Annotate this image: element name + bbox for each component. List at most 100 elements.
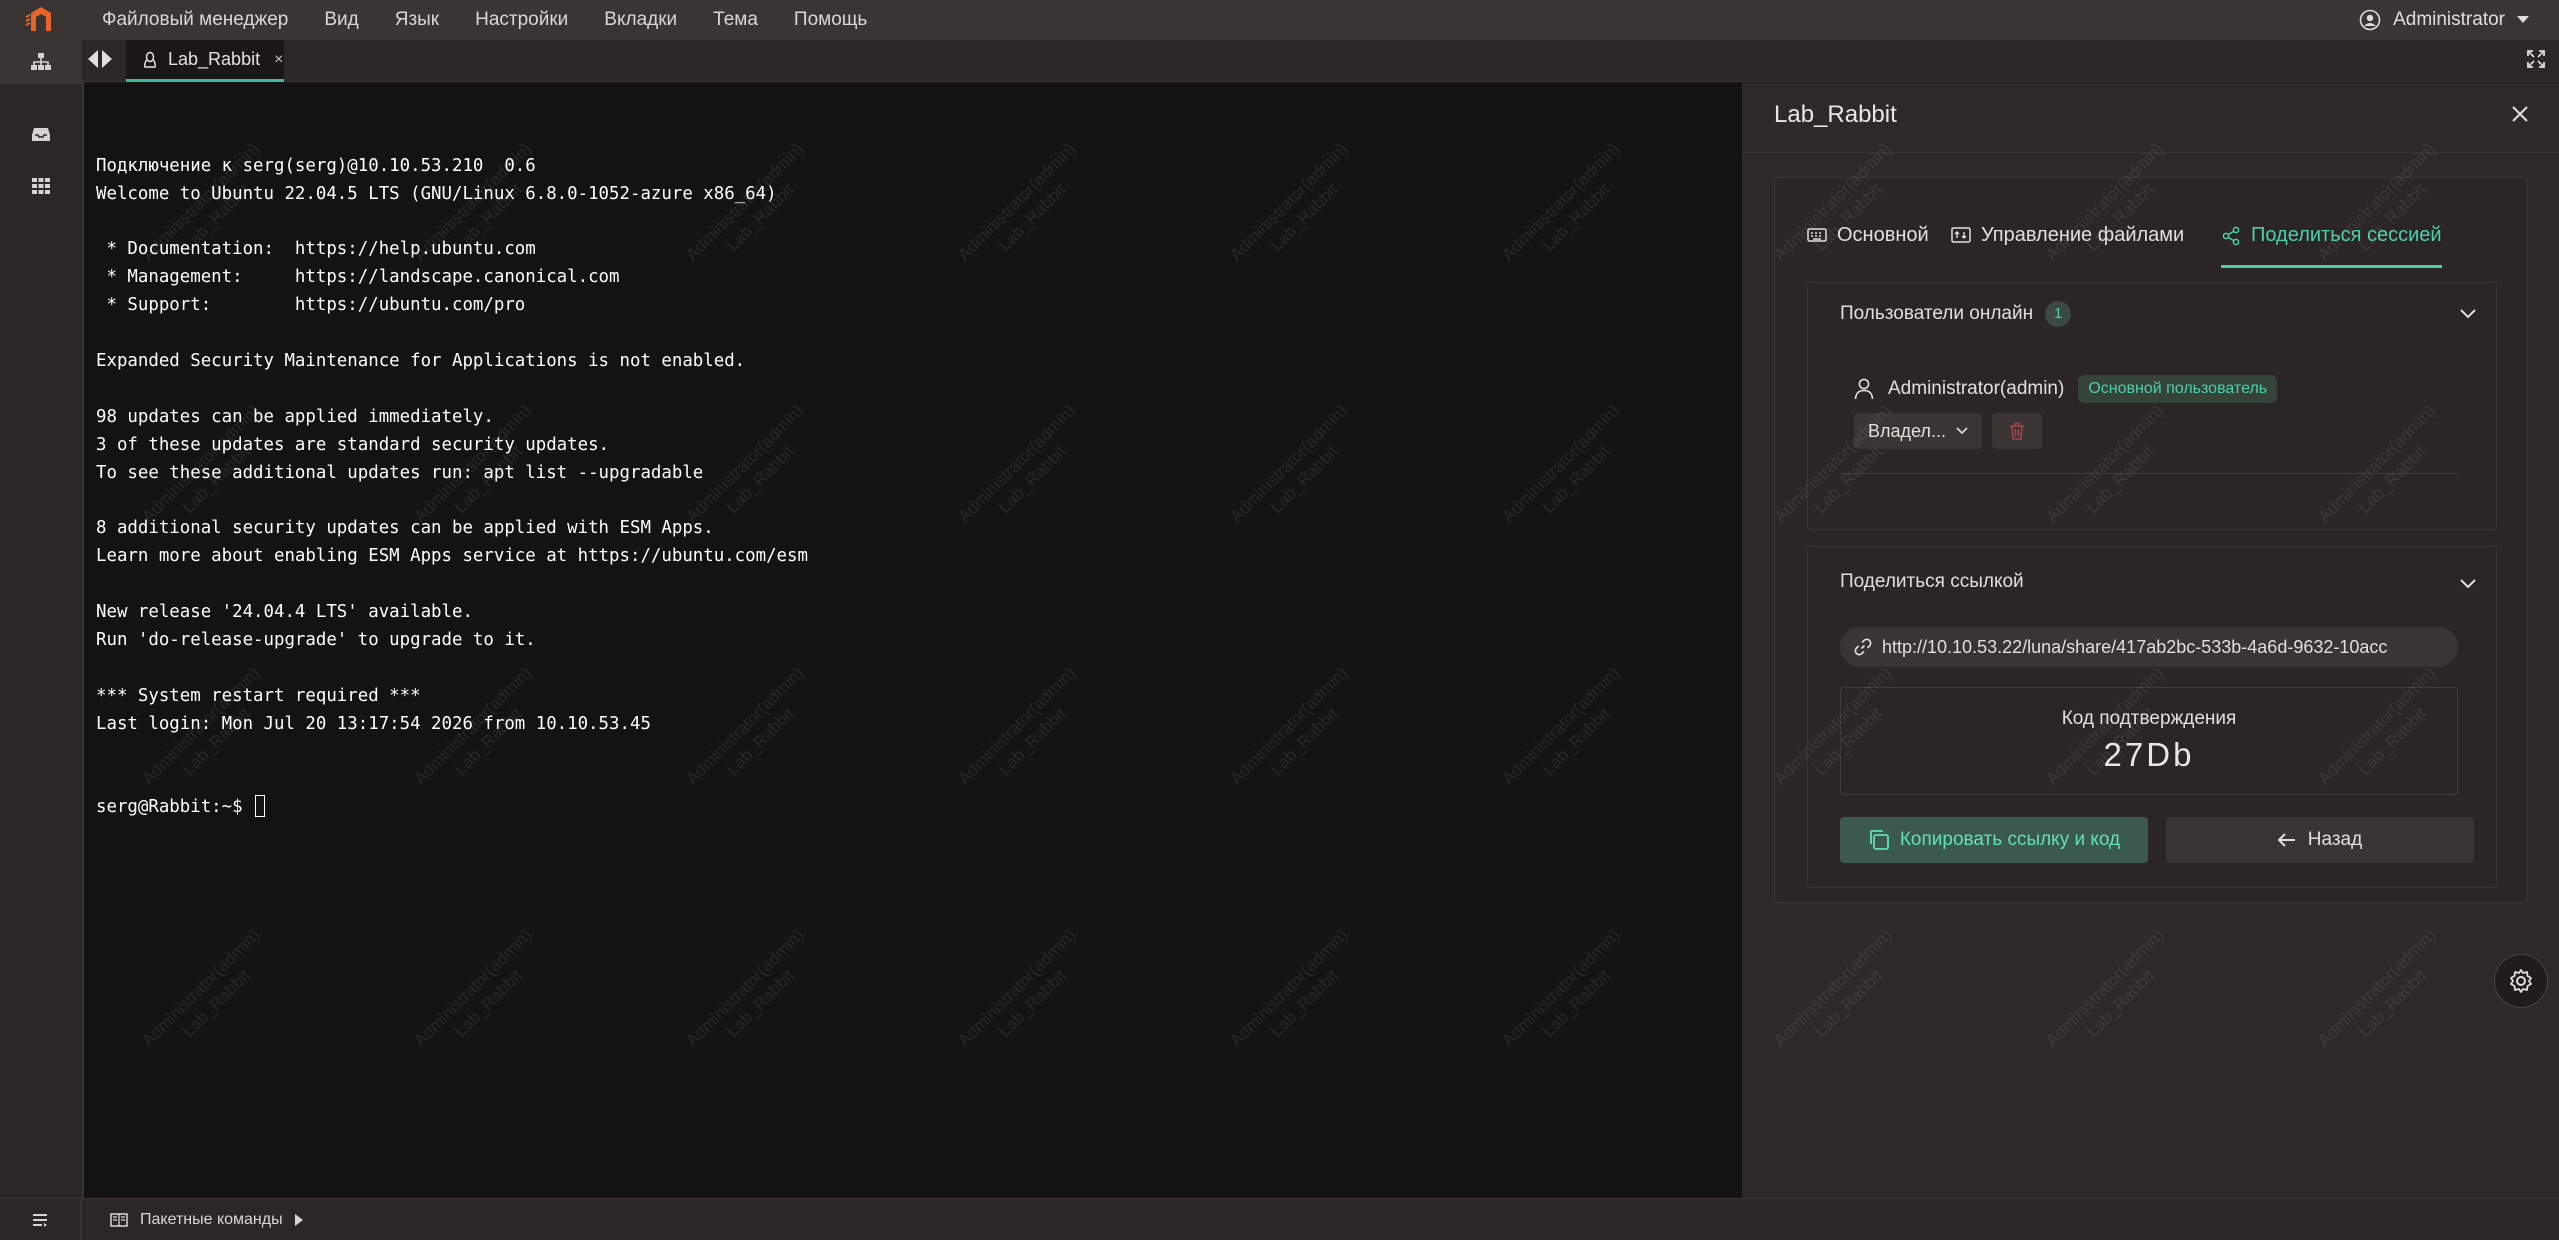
fullscreen-button[interactable] bbox=[2527, 50, 2545, 73]
batch-commands-label: Пакетные команды bbox=[140, 1211, 283, 1228]
grid-icon bbox=[32, 178, 50, 194]
tab-file-management-label: Управление файлами bbox=[1981, 224, 2185, 246]
tab-share-session[interactable]: Поделиться сессией bbox=[2221, 224, 2442, 268]
share-link-title[interactable]: Поделиться ссылкой bbox=[1840, 571, 2024, 593]
online-users-section: Пользователи онлайн 1 Administrator(admin… bbox=[1807, 282, 2497, 530]
panel-tabs: Основной Управление файлами Поделиться с… bbox=[1775, 178, 2527, 274]
terminal-line: * Support: https://ubuntu.com/pro bbox=[96, 295, 526, 316]
settings-floating-button[interactable] bbox=[2494, 954, 2548, 1008]
menu-theme[interactable]: Тема bbox=[695, 0, 776, 40]
online-user-name: Administrator(admin) bbox=[1888, 378, 2065, 399]
expand-icon bbox=[2527, 50, 2545, 68]
menu-file-manager[interactable]: Файловый менеджер bbox=[82, 0, 306, 40]
trash-icon bbox=[2010, 422, 2024, 440]
bottom-bar: Пакетные команды bbox=[0, 1198, 2559, 1240]
panel-title: Lab_Rabbit bbox=[1774, 101, 1897, 128]
tab-title: Lab_Rabbit bbox=[168, 49, 261, 69]
caret-down-icon bbox=[2517, 16, 2529, 23]
terminal-line: Run 'do-release-upgrade' to upgrade to i… bbox=[96, 629, 536, 650]
share-icon bbox=[2222, 226, 2240, 246]
tab-close-icon[interactable]: × bbox=[274, 51, 283, 69]
tab-bar: Lab_Rabbit × bbox=[82, 40, 2559, 82]
chevron-down-icon[interactable] bbox=[2460, 309, 2476, 319]
link-icon bbox=[1854, 638, 1872, 656]
remove-user-button[interactable] bbox=[1992, 413, 2042, 449]
section-divider bbox=[1840, 473, 2458, 474]
list-icon bbox=[33, 1214, 47, 1227]
terminal-prompt-line: serg@Rabbit:~$ bbox=[96, 794, 1742, 822]
online-count-badge: 1 bbox=[2045, 301, 2072, 327]
permission-select[interactable]: Владел... bbox=[1854, 413, 1982, 449]
terminal-line: Learn more about enabling ESM Apps servi… bbox=[96, 546, 808, 567]
terminal-line: Expanded Security Maintenance for Applic… bbox=[96, 351, 746, 372]
terminal-line: New release '24.04.4 LTS' available. bbox=[96, 602, 473, 623]
permission-select-value: Владел... bbox=[1868, 420, 1946, 441]
arrow-right-icon[interactable] bbox=[102, 50, 112, 68]
asset-tree-button[interactable] bbox=[0, 40, 82, 84]
online-users-title: Пользователи онлайн bbox=[1840, 303, 2034, 324]
terminal-output[interactable]: Подключение к serg(serg)@10.10.53.210 0.… bbox=[84, 83, 1742, 1198]
user-menu[interactable]: Administrator bbox=[2359, 0, 2529, 40]
apps-grid-button[interactable] bbox=[0, 164, 82, 208]
panel-card: Основной Управление файлами Поделиться с… bbox=[1774, 177, 2528, 903]
primary-user-badge: Основной пользователь bbox=[2078, 375, 2278, 403]
terminal-line: 98 updates can be applied immediately. bbox=[96, 406, 494, 427]
online-users-header[interactable]: Пользователи онлайн 1 bbox=[1840, 301, 2072, 327]
close-icon bbox=[2512, 106, 2528, 122]
bottom-menu-button[interactable] bbox=[0, 1199, 82, 1240]
book-icon bbox=[110, 1213, 128, 1227]
terminal-line: 8 additional security updates can be app… bbox=[96, 518, 714, 539]
left-rail bbox=[0, 40, 82, 1198]
tab-file-management[interactable]: Управление файлами bbox=[1951, 224, 2184, 268]
arrow-left-icon[interactable] bbox=[88, 50, 98, 68]
tab-basic-label: Основной bbox=[1837, 224, 1929, 246]
gear-icon bbox=[2510, 969, 2532, 993]
batch-commands-toggle[interactable]: Пакетные команды bbox=[110, 1199, 303, 1240]
inbox-button[interactable] bbox=[0, 112, 82, 156]
tab-lab-rabbit[interactable]: Lab_Rabbit × bbox=[126, 40, 284, 82]
user-circle-icon bbox=[2359, 9, 2381, 31]
terminal-line: 3 of these updates are standard security… bbox=[96, 434, 610, 455]
terminal-line: Last login: Mon Jul 20 13:17:54 2026 fro… bbox=[96, 713, 651, 734]
caret-right-icon bbox=[294, 1214, 303, 1226]
menu-settings[interactable]: Настройки bbox=[457, 0, 586, 40]
terminal-cursor bbox=[255, 795, 266, 818]
terminal-prompt: serg@Rabbit:~$ bbox=[96, 797, 254, 818]
session-panel: Lab_Rabbit Основной Управление файлами П… bbox=[1742, 83, 2559, 1198]
terminal-line: Подключение к serg(serg)@10.10.53.210 0.… bbox=[96, 155, 536, 176]
linux-icon bbox=[143, 51, 157, 68]
share-link-field[interactable]: http://10.10.53.22/luna/share/417ab2bc-5… bbox=[1840, 627, 2458, 667]
keyboard-icon bbox=[1807, 228, 1827, 242]
user-icon bbox=[1854, 378, 1874, 400]
tab-basic[interactable]: Основной bbox=[1807, 224, 1929, 268]
back-button[interactable]: Назад bbox=[2166, 817, 2474, 863]
tab-share-session-label: Поделиться сессией bbox=[2251, 224, 2442, 246]
menu-help[interactable]: Помощь bbox=[776, 0, 885, 40]
verification-code-box: Код подтверждения 27Db bbox=[1840, 687, 2458, 795]
menu-bar: Файловый менеджер Вид Язык Настройки Вкл… bbox=[0, 0, 2559, 40]
share-link-section: Поделиться ссылкой http://10.10.53.22/lu… bbox=[1807, 546, 2497, 888]
app-logo[interactable] bbox=[0, 0, 82, 40]
user-name: Administrator bbox=[2393, 9, 2505, 30]
copy-button-label: Копировать ссылку и код bbox=[1899, 829, 2121, 850]
verification-code-value: 27Db bbox=[2103, 736, 2195, 773]
arrow-left-icon bbox=[2277, 833, 2295, 847]
verification-code-label: Код подтверждения bbox=[2061, 708, 2237, 729]
terminal-line: *** System restart required *** bbox=[96, 685, 421, 706]
copy-link-and-code-button[interactable]: Копировать ссылку и код bbox=[1840, 817, 2148, 863]
chevron-down-icon[interactable] bbox=[2460, 579, 2476, 589]
menu-view[interactable]: Вид bbox=[306, 0, 376, 40]
hierarchy-icon bbox=[31, 53, 51, 70]
panel-close-button[interactable] bbox=[2511, 105, 2529, 128]
terminal-line: * Documentation: https://help.ubuntu.com bbox=[96, 239, 536, 260]
menu-tabs[interactable]: Вкладки bbox=[586, 0, 695, 40]
chevron-down-icon bbox=[1956, 427, 1968, 435]
menu-language[interactable]: Язык bbox=[377, 0, 457, 40]
inbox-icon bbox=[32, 128, 50, 141]
tab-scroll-arrows bbox=[88, 50, 112, 68]
